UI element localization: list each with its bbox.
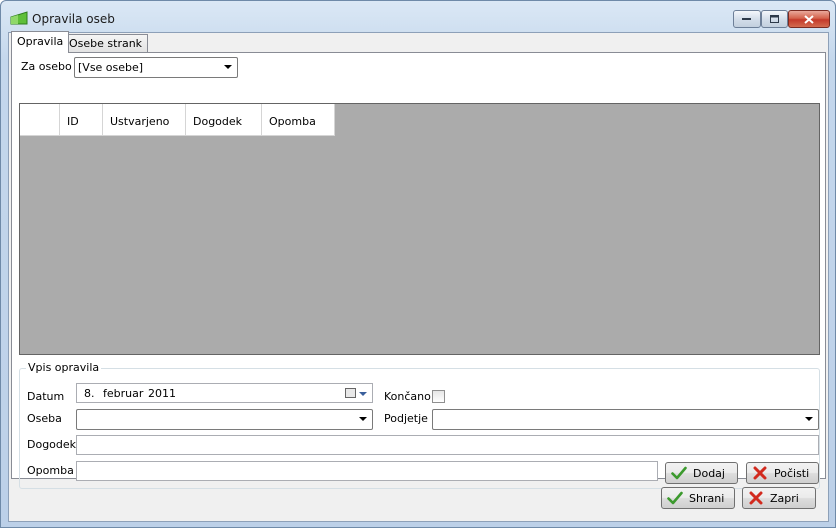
note-input[interactable] bbox=[76, 461, 658, 481]
task-entry-group: Vpis opravila Datum 8. februar 2011 Konč… bbox=[19, 361, 820, 489]
chevron-down-icon bbox=[359, 417, 367, 421]
chevron-down-icon bbox=[224, 65, 232, 69]
event-label: Dogodek bbox=[27, 438, 77, 451]
checkmark-icon bbox=[667, 491, 683, 505]
done-checkbox[interactable] bbox=[432, 390, 445, 403]
app-window: Opravila oseb Opravila Osebe strank Za o… bbox=[0, 0, 836, 528]
tab-opravila[interactable]: Opravila bbox=[11, 31, 70, 53]
tasks-grid[interactable]: ID Ustvarjeno Dogodek Opomba bbox=[19, 103, 820, 355]
close-button-label: Zapri bbox=[770, 492, 799, 505]
checkmark-icon bbox=[671, 466, 687, 480]
chevron-down-icon bbox=[805, 417, 813, 421]
client-area: Opravila Osebe strank Za osebo [Vse oseb… bbox=[8, 31, 829, 522]
maximize-button[interactable] bbox=[761, 10, 788, 28]
minimize-icon bbox=[742, 18, 751, 20]
minimize-button[interactable] bbox=[733, 10, 761, 28]
company-select[interactable] bbox=[432, 409, 819, 430]
window-title: Opravila oseb bbox=[32, 12, 115, 26]
calendar-icon bbox=[345, 388, 356, 398]
column-header-opomba[interactable]: Opomba bbox=[262, 104, 335, 136]
column-header-dogodek[interactable]: Dogodek bbox=[186, 104, 262, 136]
maximize-icon bbox=[769, 14, 779, 23]
column-header-ustvarjeno[interactable]: Ustvarjeno bbox=[103, 104, 186, 136]
group-title: Vpis opravila bbox=[26, 361, 102, 374]
grid-corner-header[interactable] bbox=[20, 104, 60, 136]
add-button-label: Dodaj bbox=[693, 467, 725, 480]
date-day: 8. bbox=[84, 387, 95, 400]
filter-label: Za osebo bbox=[21, 60, 72, 73]
date-label: Datum bbox=[27, 390, 65, 403]
person-filter-value: [Vse osebe] bbox=[78, 61, 144, 74]
chevron-down-icon bbox=[359, 392, 367, 396]
done-label: Končano bbox=[384, 390, 431, 403]
add-button[interactable]: Dodaj bbox=[665, 462, 738, 484]
title-bar[interactable]: Opravila oseb bbox=[1, 1, 835, 33]
tab-osebe-strank[interactable]: Osebe strank bbox=[63, 34, 149, 54]
person-select[interactable] bbox=[76, 409, 373, 430]
column-header-id[interactable]: ID bbox=[60, 104, 103, 136]
cross-icon bbox=[749, 491, 763, 505]
save-button-label: Shrani bbox=[689, 492, 725, 505]
save-button[interactable]: Shrani bbox=[661, 487, 735, 509]
date-month: februar bbox=[103, 387, 144, 400]
cross-icon bbox=[753, 466, 767, 480]
app-flag-icon bbox=[10, 11, 28, 25]
clear-button[interactable]: Počisti bbox=[746, 462, 819, 484]
event-input[interactable] bbox=[76, 435, 819, 455]
person-filter-select[interactable]: [Vse osebe] bbox=[74, 57, 238, 78]
date-year: 2011 bbox=[148, 387, 176, 400]
date-picker[interactable]: 8. februar 2011 bbox=[76, 383, 373, 403]
person-label: Oseba bbox=[27, 412, 62, 425]
clear-button-label: Počisti bbox=[774, 467, 810, 480]
company-label: Podjetje bbox=[384, 412, 428, 425]
close-window-button[interactable] bbox=[788, 10, 830, 28]
close-icon bbox=[804, 14, 814, 24]
note-label: Opomba bbox=[27, 464, 74, 477]
close-button[interactable]: Zapri bbox=[742, 487, 816, 509]
tab-page-opravila: Za osebo [Vse osebe] ID Ustvarjeno Dogod… bbox=[11, 52, 826, 489]
